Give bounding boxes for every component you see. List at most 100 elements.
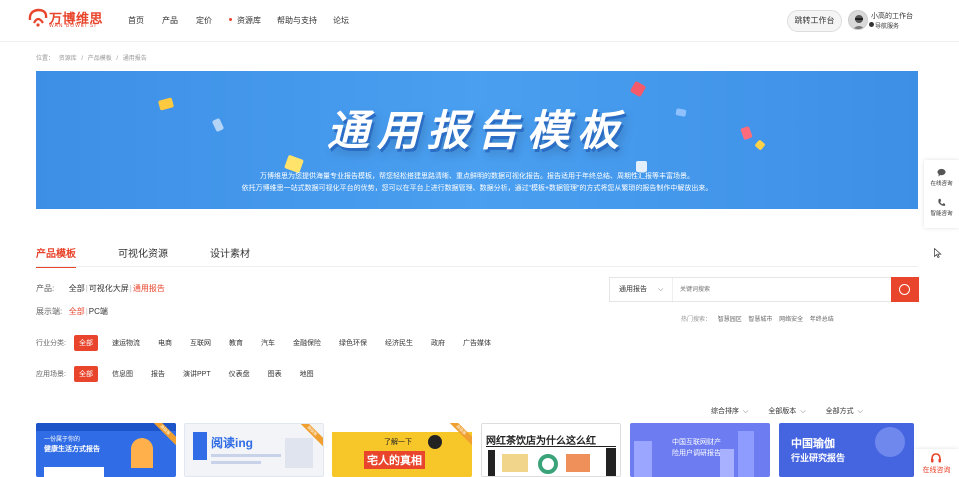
sort-mode-select[interactable]: 全部方式 ⌵ — [826, 406, 863, 416]
industry-tag[interactable]: 经济民生 — [385, 338, 413, 348]
card-badge: 高级版 — [154, 423, 176, 445]
breadcrumb-sep: / — [81, 56, 84, 62]
nav-help[interactable]: 帮助与支持 — [277, 15, 317, 26]
nav-home[interactable]: 首页 — [128, 15, 144, 26]
online-consult-bottom-label: 在线咨询 — [922, 467, 951, 474]
search-input[interactable] — [680, 282, 880, 297]
breadcrumb-sep: / — [116, 56, 119, 62]
decor-shape — [629, 80, 647, 98]
sort-overall-select[interactable]: 综合排序 ⌵ — [711, 406, 748, 416]
scene-tag[interactable]: 全部 — [74, 366, 98, 382]
template-card[interactable]: 一份属于你的 健康生活方式报告 高级版 — [36, 423, 176, 477]
phone-icon — [938, 198, 946, 206]
tab-design-materials[interactable]: 设计素材 — [210, 245, 250, 268]
phone-consult-button[interactable]: 智能咨询 — [924, 198, 959, 217]
user-tag: 导航服务 — [869, 21, 900, 30]
template-card[interactable]: 中国互联网财产 险用户调研报告 — [630, 423, 770, 477]
template-card[interactable]: 阅读ing 高级版 — [184, 423, 324, 477]
user-tag-label: 导航服务 — [875, 24, 900, 30]
breadcrumb-resources[interactable]: 资源库 — [59, 56, 77, 62]
breadcrumb-templates[interactable]: 产品模板 — [88, 56, 112, 62]
scene-tag[interactable]: 地图 — [300, 369, 314, 379]
template-card[interactable]: 网红茶饮店为什么这么红 — [481, 423, 621, 477]
card-badge-label: 高级版 — [154, 423, 176, 445]
brand-logo[interactable]: 万博维思 WAN BOWEI SI — [27, 6, 107, 32]
card-chart-shape — [566, 454, 590, 472]
user-name[interactable]: 小高的工作台 — [871, 11, 913, 21]
hot-keyword[interactable]: 智慧城市 — [748, 317, 772, 323]
chat-icon — [937, 168, 946, 177]
industry-tag[interactable]: 金融保险 — [293, 338, 321, 348]
nav-product[interactable]: 产品 — [162, 15, 178, 26]
card-title: 一份属于你的 — [44, 437, 81, 443]
online-consult-button[interactable]: 在线咨询 — [924, 168, 959, 187]
chevron-down-icon: ⌵ — [743, 408, 749, 415]
sort-version-select[interactable]: 全部版本 ⌵ — [768, 406, 805, 416]
industry-tag[interactable]: 政府 — [431, 338, 445, 348]
breadcrumb-current: 通用报告 — [122, 56, 147, 62]
industry-tag[interactable]: 汽车 — [261, 338, 275, 348]
scene-tag[interactable]: 图表 — [268, 369, 282, 379]
tab-product-templates[interactable]: 产品模板 — [36, 245, 76, 268]
search-icon — [899, 284, 910, 295]
workspace-button[interactable]: 跳转工作台 — [787, 10, 842, 32]
tab-visual-resources[interactable]: 可视化资源 — [118, 245, 168, 268]
product-option-all[interactable]: 全部 — [69, 284, 85, 293]
card-text-line — [211, 454, 281, 457]
card-illustration — [875, 427, 905, 457]
card-illustration — [131, 438, 153, 468]
product-option-bigscreen[interactable]: 可视化大屏 — [89, 284, 129, 293]
hot-keyword[interactable]: 网络安全 — [779, 317, 803, 323]
online-consult-bottom-button[interactable]: 在线咨询 — [914, 449, 959, 477]
main-nav: 首页 产品 定价 资源库 帮助与支持 论坛 — [128, 15, 349, 26]
search-category-value: 通用报告 — [619, 286, 647, 293]
industry-tag[interactable]: 广告媒体 — [463, 338, 491, 348]
scene-tag[interactable]: 报告 — [151, 369, 165, 379]
active-dot-icon — [229, 18, 232, 21]
card-badge: 高级版 — [301, 424, 323, 446]
template-card[interactable]: 中国瑜伽 行业研究报告 — [779, 423, 914, 477]
card-sidebar-strip — [488, 450, 495, 476]
nav-forum[interactable]: 论坛 — [333, 15, 349, 26]
display-option-all[interactable]: 全部 — [69, 307, 85, 316]
search-button[interactable] — [891, 277, 919, 302]
industry-tag[interactable]: 教育 — [229, 338, 243, 348]
card-footer-strip — [44, 467, 104, 477]
nav-pricing[interactable]: 定价 — [196, 15, 212, 26]
industry-tag[interactable]: 全部 — [74, 335, 98, 351]
phone-consult-label: 智能咨询 — [930, 211, 953, 217]
card-badge-label: 高级版 — [450, 423, 472, 445]
mouse-cursor-icon — [934, 248, 942, 258]
tabs-divider — [36, 266, 918, 267]
nav-resources[interactable]: 资源库 — [229, 15, 261, 26]
sort-controls: 综合排序 ⌵ 全部版本 ⌵ 全部方式 ⌵ — [711, 406, 863, 416]
card-title: 网红茶饮店为什么这么红 — [486, 436, 596, 447]
display-filter: 展示端: 全部|PC端 — [36, 307, 108, 316]
scene-tag[interactable]: 仪表盘 — [229, 369, 250, 379]
industry-tag[interactable]: 电商 — [158, 338, 172, 348]
avatar[interactable] — [848, 10, 868, 30]
industry-tag[interactable]: 互联网 — [190, 338, 211, 348]
product-option-report[interactable]: 通用报告 — [133, 284, 165, 293]
chevron-down-icon: ⌵ — [857, 408, 863, 415]
industry-tag[interactable]: 绿色环保 — [339, 338, 367, 348]
sort-version-label: 全部版本 — [768, 408, 797, 415]
card-title: 阅读ing — [211, 436, 253, 450]
hot-keyword[interactable]: 年终总结 — [810, 317, 834, 323]
product-filter: 产品: 全部|可视化大屏|通用报告 — [36, 284, 165, 293]
product-filter-label: 产品: — [36, 284, 55, 293]
hot-keyword[interactable]: 智慧园区 — [718, 317, 742, 323]
nav-resources-label: 资源库 — [237, 16, 261, 25]
headset-icon — [931, 453, 941, 463]
scene-tag[interactable]: 信息图 — [112, 369, 133, 379]
sort-overall-label: 综合排序 — [711, 408, 739, 415]
template-card[interactable]: 了解一下 宅人的真相 高级版 — [332, 423, 472, 477]
online-consult-label: 在线咨询 — [930, 181, 953, 187]
industry-tag[interactable]: 速运物流 — [112, 338, 140, 348]
display-option-pc[interactable]: PC端 — [89, 307, 108, 316]
search-category-select[interactable]: 通用报告 ⌵ — [610, 278, 673, 301]
scene-tag[interactable]: 演讲PPT — [183, 369, 211, 379]
card-text-line — [211, 461, 261, 464]
card-subtitle: 险用户调研报告 — [672, 450, 721, 457]
card-subtitle: 宅人的真相 — [364, 451, 425, 469]
